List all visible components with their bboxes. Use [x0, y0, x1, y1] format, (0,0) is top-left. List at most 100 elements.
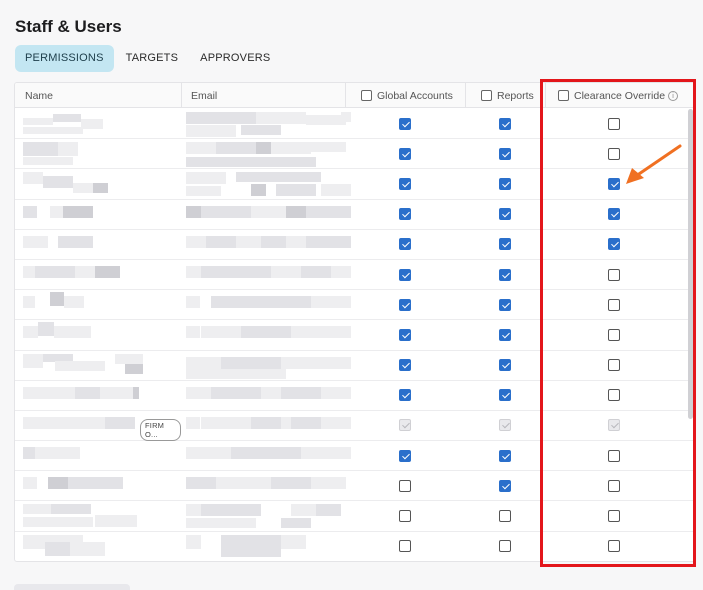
name-cell-redacted [15, 351, 181, 380]
reports-checkbox[interactable] [499, 208, 511, 221]
reports-checkbox[interactable] [499, 449, 511, 462]
select-all-global-accounts-checkbox[interactable] [361, 90, 372, 101]
tab-permissions[interactable]: PERMISSIONS [15, 45, 114, 72]
vertical-scrollbar[interactable] [688, 109, 693, 419]
clearance-override-checkbox[interactable] [608, 268, 620, 281]
column-header-global-accounts: Global Accounts [345, 83, 465, 108]
clearance-override-checkbox[interactable] [608, 298, 620, 311]
reports-cell [465, 501, 545, 530]
reports-checkbox[interactable] [499, 147, 511, 160]
global-accounts-checkbox[interactable] [399, 479, 411, 492]
reports-checkbox[interactable] [499, 479, 511, 492]
select-all-reports-checkbox[interactable] [481, 90, 492, 101]
clearance-override-cell [555, 471, 673, 500]
reports-checkbox[interactable] [499, 389, 511, 402]
tab-targets[interactable]: TARGETS [116, 45, 189, 72]
clearance-override-checkbox[interactable] [608, 177, 620, 190]
global-accounts-checkbox[interactable] [399, 540, 411, 553]
clearance-override-checkbox [608, 419, 620, 432]
global-accounts-checkbox[interactable] [399, 328, 411, 341]
redacted-block [251, 205, 286, 218]
clearance-override-checkbox[interactable] [608, 328, 620, 341]
reports-checkbox[interactable] [499, 510, 511, 523]
clearance-override-checkbox[interactable] [608, 389, 620, 402]
redacted-block [231, 447, 301, 460]
clearance-override-checkbox[interactable] [608, 208, 620, 221]
clearance-override-checkbox[interactable] [608, 510, 620, 523]
clearance-override-cell [555, 381, 673, 410]
redacted-block [35, 265, 75, 278]
redacted-block [186, 157, 316, 168]
clearance-override-checkbox[interactable] [608, 117, 620, 130]
tab-approvers[interactable]: APPROVERS [190, 45, 280, 72]
global-accounts-checkbox[interactable] [399, 298, 411, 311]
column-header-global-accounts-label: Global Accounts [377, 89, 453, 102]
redacted-block [186, 416, 200, 429]
name-cell-redacted [15, 109, 181, 138]
table-row [15, 441, 695, 472]
global-accounts-checkbox[interactable] [399, 268, 411, 281]
clearance-override-checkbox[interactable] [608, 238, 620, 251]
redacted-block [311, 142, 346, 153]
redacted-block [281, 518, 311, 529]
redacted-block [23, 172, 43, 185]
reports-cell [465, 351, 545, 380]
reports-checkbox[interactable] [499, 177, 511, 190]
redacted-block [55, 360, 105, 371]
reports-checkbox[interactable] [499, 238, 511, 251]
global-accounts-checkbox[interactable] [399, 147, 411, 160]
reports-checkbox[interactable] [499, 359, 511, 372]
redacted-block [211, 386, 261, 399]
redacted-block [186, 477, 216, 490]
redacted-block [35, 447, 80, 460]
reports-cell [465, 532, 545, 561]
redacted-block [23, 296, 35, 309]
arrow-annotation-icon [626, 144, 682, 184]
column-header-clearance-override: Clearance Override i [545, 83, 695, 108]
table-row [15, 200, 695, 230]
name-cell-redacted [15, 381, 181, 410]
redacted-block [271, 477, 311, 490]
info-icon[interactable]: i [668, 90, 679, 101]
email-cell-redacted [181, 441, 361, 470]
redacted-block [23, 353, 43, 368]
redacted-block [306, 115, 346, 125]
reports-checkbox[interactable] [499, 117, 511, 130]
clearance-override-cell [555, 200, 673, 229]
global-accounts-checkbox[interactable] [399, 510, 411, 523]
email-cell-redacted [181, 169, 361, 198]
redacted-block [95, 265, 120, 278]
redacted-block [286, 205, 306, 218]
redacted-block [45, 541, 70, 556]
reports-checkbox[interactable] [499, 298, 511, 311]
global-accounts-checkbox[interactable] [399, 177, 411, 190]
reports-checkbox[interactable] [499, 328, 511, 341]
redacted-block [50, 292, 64, 307]
clearance-override-checkbox[interactable] [608, 540, 620, 553]
reports-cell [465, 471, 545, 500]
global-accounts-checkbox[interactable] [399, 389, 411, 402]
reports-cell [465, 169, 545, 198]
clearance-override-checkbox[interactable] [608, 479, 620, 492]
global-accounts-checkbox[interactable] [399, 238, 411, 251]
reports-checkbox[interactable] [499, 268, 511, 281]
email-cell-redacted [181, 351, 361, 380]
global-accounts-checkbox[interactable] [399, 117, 411, 130]
redacted-block [105, 416, 135, 429]
global-accounts-checkbox[interactable] [399, 208, 411, 221]
table-row [15, 532, 695, 561]
clearance-override-checkbox[interactable] [608, 147, 620, 160]
name-cell-redacted [15, 532, 181, 561]
select-all-clearance-override-checkbox[interactable] [558, 90, 569, 101]
table-row [15, 139, 695, 170]
table-row [15, 109, 695, 140]
global-accounts-checkbox[interactable] [399, 449, 411, 462]
clearance-override-cell [555, 441, 673, 470]
global-accounts-checkbox[interactable] [399, 359, 411, 372]
reports-checkbox[interactable] [499, 540, 511, 553]
clearance-override-checkbox[interactable] [608, 449, 620, 462]
column-header-email[interactable]: Email [181, 83, 345, 108]
column-header-name[interactable]: Name [25, 83, 53, 108]
clearance-override-checkbox[interactable] [608, 359, 620, 372]
redacted-block [271, 142, 311, 155]
